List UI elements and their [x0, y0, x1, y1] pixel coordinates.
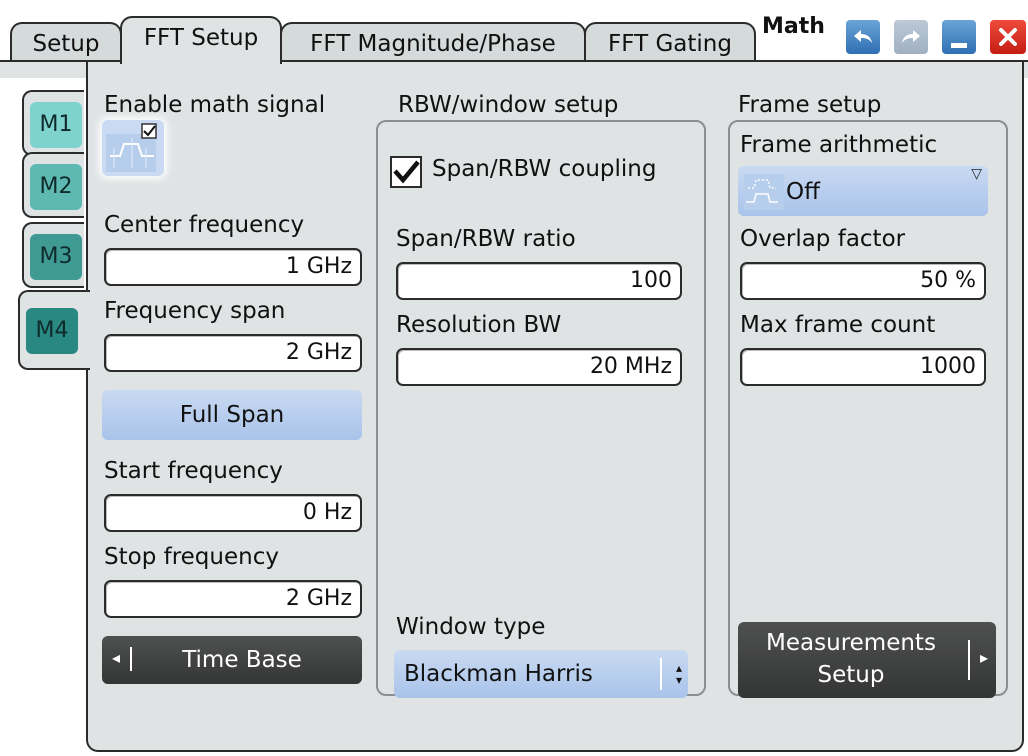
measurements-setup-separator	[968, 640, 970, 680]
span-rbw-ratio-field[interactable]: 100	[396, 262, 682, 300]
measurements-setup-line2: Setup	[817, 662, 885, 688]
side-tab-m2-chip: M2	[30, 164, 82, 210]
dropdown-triangle-icon: ▽	[971, 166, 982, 182]
side-tab-m4[interactable]: M4	[18, 290, 90, 370]
enable-math-toggle[interactable]	[102, 120, 164, 176]
right-arrow-icon: ▸	[979, 648, 988, 667]
close-icon	[999, 28, 1017, 46]
side-tab-m1-chip: M1	[30, 102, 82, 148]
resolution-bw-field[interactable]: 20 MHz	[396, 348, 682, 386]
tab-setup[interactable]: Setup	[10, 22, 122, 64]
span-rbw-coupling-checkbox[interactable]	[390, 156, 422, 188]
frame-arithmetic-value: Off	[786, 179, 820, 205]
side-tab-m3[interactable]: M3	[22, 222, 84, 288]
span-rbw-ratio-label: Span/RBW ratio	[396, 226, 576, 252]
time-base-button[interactable]: ◂ Time Base	[102, 636, 362, 684]
center-frequency-label: Center frequency	[104, 212, 305, 238]
close-button[interactable]	[990, 20, 1026, 54]
full-span-button[interactable]: Full Span	[102, 390, 362, 440]
frequency-span-label: Frequency span	[104, 298, 286, 324]
undo-button[interactable]	[846, 20, 880, 54]
window-type-select[interactable]: Blackman Harris ▴ ▾	[394, 650, 688, 698]
tab-fft-gating[interactable]: FFT Gating	[584, 22, 756, 64]
resolution-bw-label: Resolution BW	[396, 312, 562, 338]
side-tab-m2[interactable]: M2	[22, 152, 84, 218]
side-tab-m4-chip: M4	[26, 308, 78, 354]
overlap-factor-label: Overlap factor	[740, 226, 906, 252]
stop-frequency-field[interactable]: 2 GHz	[104, 580, 362, 618]
minimize-icon	[951, 42, 967, 48]
start-frequency-field[interactable]: 0 Hz	[104, 494, 362, 532]
tab-fft-magnitude-phase[interactable]: FFT Magnitude/Phase	[280, 22, 586, 64]
overlap-factor-field[interactable]: 50 %	[740, 262, 986, 300]
frame-arithmetic-select[interactable]: Off ▽	[738, 166, 988, 216]
frame-arithmetic-label: Frame arithmetic	[740, 132, 938, 158]
frame-setup-title: Frame setup	[738, 92, 882, 118]
center-frequency-field[interactable]: 1 GHz	[104, 248, 362, 286]
select-divider	[660, 658, 662, 690]
tab-fft-magnitude-phase-label: FFT Magnitude/Phase	[310, 31, 556, 57]
undo-icon	[854, 30, 872, 43]
tab-fft-setup-label: FFT Setup	[143, 25, 259, 51]
tab-fft-setup[interactable]: FFT Setup	[120, 16, 282, 64]
stop-frequency-label: Stop frequency	[104, 544, 279, 570]
span-rbw-coupling-label: Span/RBW coupling	[432, 156, 657, 182]
measurements-setup-button[interactable]: Measurements Setup ▸	[738, 622, 996, 698]
max-frame-count-label: Max frame count	[740, 312, 936, 338]
frequency-span-field[interactable]: 2 GHz	[104, 334, 362, 372]
tab-setup-label: Setup	[32, 31, 100, 57]
window-type-value: Blackman Harris	[404, 661, 593, 687]
main-panel: Enable math signal Center frequency 1 GH…	[86, 62, 1024, 752]
rbw-window-title: RBW/window setup	[398, 92, 619, 118]
frame-arithmetic-icon	[744, 174, 784, 210]
max-frame-count-field[interactable]: 1000	[740, 348, 986, 386]
side-tab-m3-chip: M3	[30, 234, 82, 280]
time-base-label: Time Base	[182, 647, 302, 673]
start-frequency-label: Start frequency	[104, 458, 283, 484]
enable-math-label: Enable math signal	[104, 92, 326, 118]
redo-button[interactable]	[894, 20, 928, 54]
redo-icon	[902, 30, 920, 43]
window-type-label: Window type	[396, 614, 546, 640]
window-title: Math	[762, 14, 825, 39]
minimize-button[interactable]	[942, 20, 976, 54]
frame-setup-group: Frame arithmetic Off ▽ Overlap factor 50…	[728, 120, 1008, 698]
checkmark-icon	[393, 160, 420, 184]
side-tab-m1[interactable]: M1	[22, 90, 84, 156]
fft-signal-icon	[106, 123, 157, 172]
measurements-setup-line1: Measurements	[766, 630, 936, 656]
tab-fft-gating-label: FFT Gating	[608, 31, 732, 57]
up-down-arrows-icon: ▴ ▾	[675, 661, 682, 687]
rbw-window-group: Span/RBW coupling Span/RBW ratio 100 Res…	[376, 120, 706, 698]
